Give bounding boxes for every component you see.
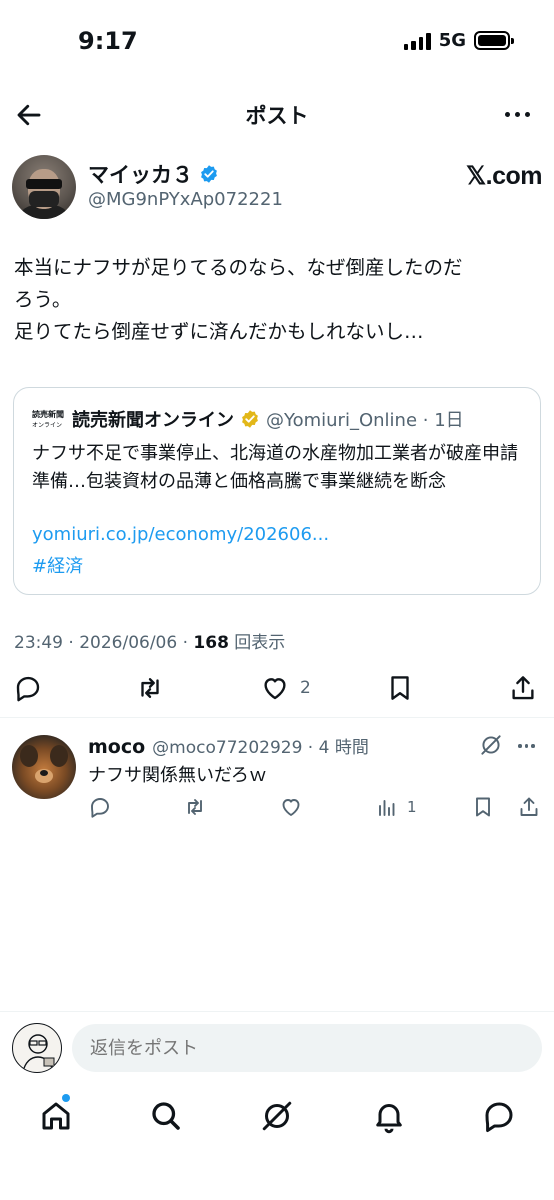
bell-icon <box>376 1104 402 1134</box>
reply-author-avatar[interactable] <box>12 735 76 799</box>
quoted-link[interactable]: yomiuri.co.jp/economy/202606... <box>32 524 329 545</box>
quoted-post-text: ナフサ不足で事業停止、北海道の水産物加工業者が破産申請準備…包装資材の品薄と価格… <box>32 443 518 492</box>
reply-like-button[interactable] <box>279 795 303 819</box>
view-count: 168 <box>193 633 229 653</box>
tab-notifications[interactable] <box>371 1098 407 1134</box>
reply-repost-button[interactable] <box>183 795 207 819</box>
quoted-hashtag[interactable]: #経済 <box>32 552 83 578</box>
bottom-tab-bar <box>0 1092 554 1144</box>
reply-handle-time: @moco77202929 · 4 時間 <box>152 738 369 758</box>
post-header: ポスト <box>0 90 554 140</box>
grok-icon <box>262 1101 292 1131</box>
reply-button[interactable] <box>13 670 43 706</box>
tab-home[interactable] <box>38 1098 74 1134</box>
network-label: 5G <box>438 30 466 51</box>
reply-author-name[interactable]: moco <box>88 736 145 758</box>
sketch-avatar-icon <box>22 1034 55 1072</box>
quoted-post-card[interactable]: 読売新聞 オンライン 読売新聞オンライン @Yomiuri_Online · 1… <box>13 387 541 595</box>
status-indicators: 5G <box>403 30 514 51</box>
bookmark-icon <box>391 676 409 700</box>
quoted-author-name: 読売新聞オンライン <box>72 410 234 431</box>
reply-compose-input[interactable] <box>72 1024 542 1072</box>
author-avatar[interactable] <box>12 155 76 219</box>
reply-icon <box>91 798 109 818</box>
verified-badge-icon <box>201 165 217 183</box>
tab-messages[interactable] <box>481 1098 517 1134</box>
page-title: ポスト <box>245 104 309 128</box>
bookmark-button[interactable] <box>385 670 415 706</box>
home-notification-dot <box>62 1094 70 1102</box>
tab-search[interactable] <box>148 1098 184 1134</box>
share-button[interactable] <box>508 670 538 706</box>
divider <box>0 1011 554 1012</box>
quoted-post-header: 読売新聞 オンライン 読売新聞オンライン @Yomiuri_Online · 1… <box>32 406 464 432</box>
repost-icon <box>141 678 159 698</box>
search-icon <box>152 1102 180 1130</box>
post-meta: 23:49 · 2026/06/06 · 168 回表示 <box>14 628 285 653</box>
reply-icon <box>16 676 40 702</box>
grok-icon[interactable] <box>478 732 504 758</box>
reply-reply-button[interactable] <box>88 795 112 819</box>
heart-icon <box>282 799 300 816</box>
status-bar: 9:17 5G <box>0 0 554 84</box>
author-name-row: マイッカ３ <box>88 159 219 189</box>
verified-gold-badge-icon <box>242 410 258 428</box>
share-icon <box>512 676 534 700</box>
reply-text: ナフサ関係無いだろｗ <box>88 765 267 786</box>
divider <box>0 717 554 718</box>
signal-icon <box>403 32 431 50</box>
repost-button[interactable] <box>135 670 165 706</box>
post-timestamp[interactable]: 23:49 · 2026/06/06 · <box>14 633 193 653</box>
home-icon <box>42 1102 70 1130</box>
share-icon <box>520 797 538 816</box>
repost-icon <box>188 799 202 815</box>
status-time: 9:17 <box>78 27 138 55</box>
bookmark-icon <box>476 797 490 817</box>
x-watermark: 𝕏.com <box>466 162 543 190</box>
reply-more-icon[interactable] <box>518 744 535 748</box>
battery-icon <box>474 31 514 50</box>
reply-action-bar: 1 <box>0 795 554 827</box>
messages-icon <box>485 1102 513 1133</box>
post-author: マイッカ３ @MG9nPYxAp072221 𝕏.com <box>12 155 543 221</box>
yomiuri-logo: 読売新聞 オンライン <box>32 409 64 429</box>
tab-grok[interactable] <box>259 1098 295 1134</box>
view-label: 回表示 <box>228 633 286 653</box>
reply-views-count: 1 <box>407 798 417 816</box>
author-handle[interactable]: @MG9nPYxAp072221 <box>88 189 283 210</box>
author-name[interactable]: マイッカ３ <box>88 159 193 189</box>
reply-bookmark-button[interactable] <box>471 795 495 819</box>
heart-icon <box>264 678 286 700</box>
quoted-handle-time: @Yomiuri_Online · 1日 <box>266 410 464 431</box>
reply-header: moco @moco77202929 · 4 時間 <box>88 733 369 758</box>
my-avatar[interactable] <box>12 1023 62 1073</box>
post-text: 本当にナフサが足りてるのなら、なぜ倒産したのだ ろう。 足りてたら倒産せずに済ん… <box>14 256 463 343</box>
more-options-icon[interactable] <box>505 112 530 117</box>
like-count: 2 <box>300 678 311 698</box>
reply-share-button[interactable] <box>517 795 541 819</box>
like-button[interactable]: 2 <box>260 670 311 706</box>
analytics-icon <box>379 800 395 816</box>
reply-views-button[interactable]: 1 <box>375 795 417 819</box>
post-action-bar: 2 <box>0 670 554 710</box>
